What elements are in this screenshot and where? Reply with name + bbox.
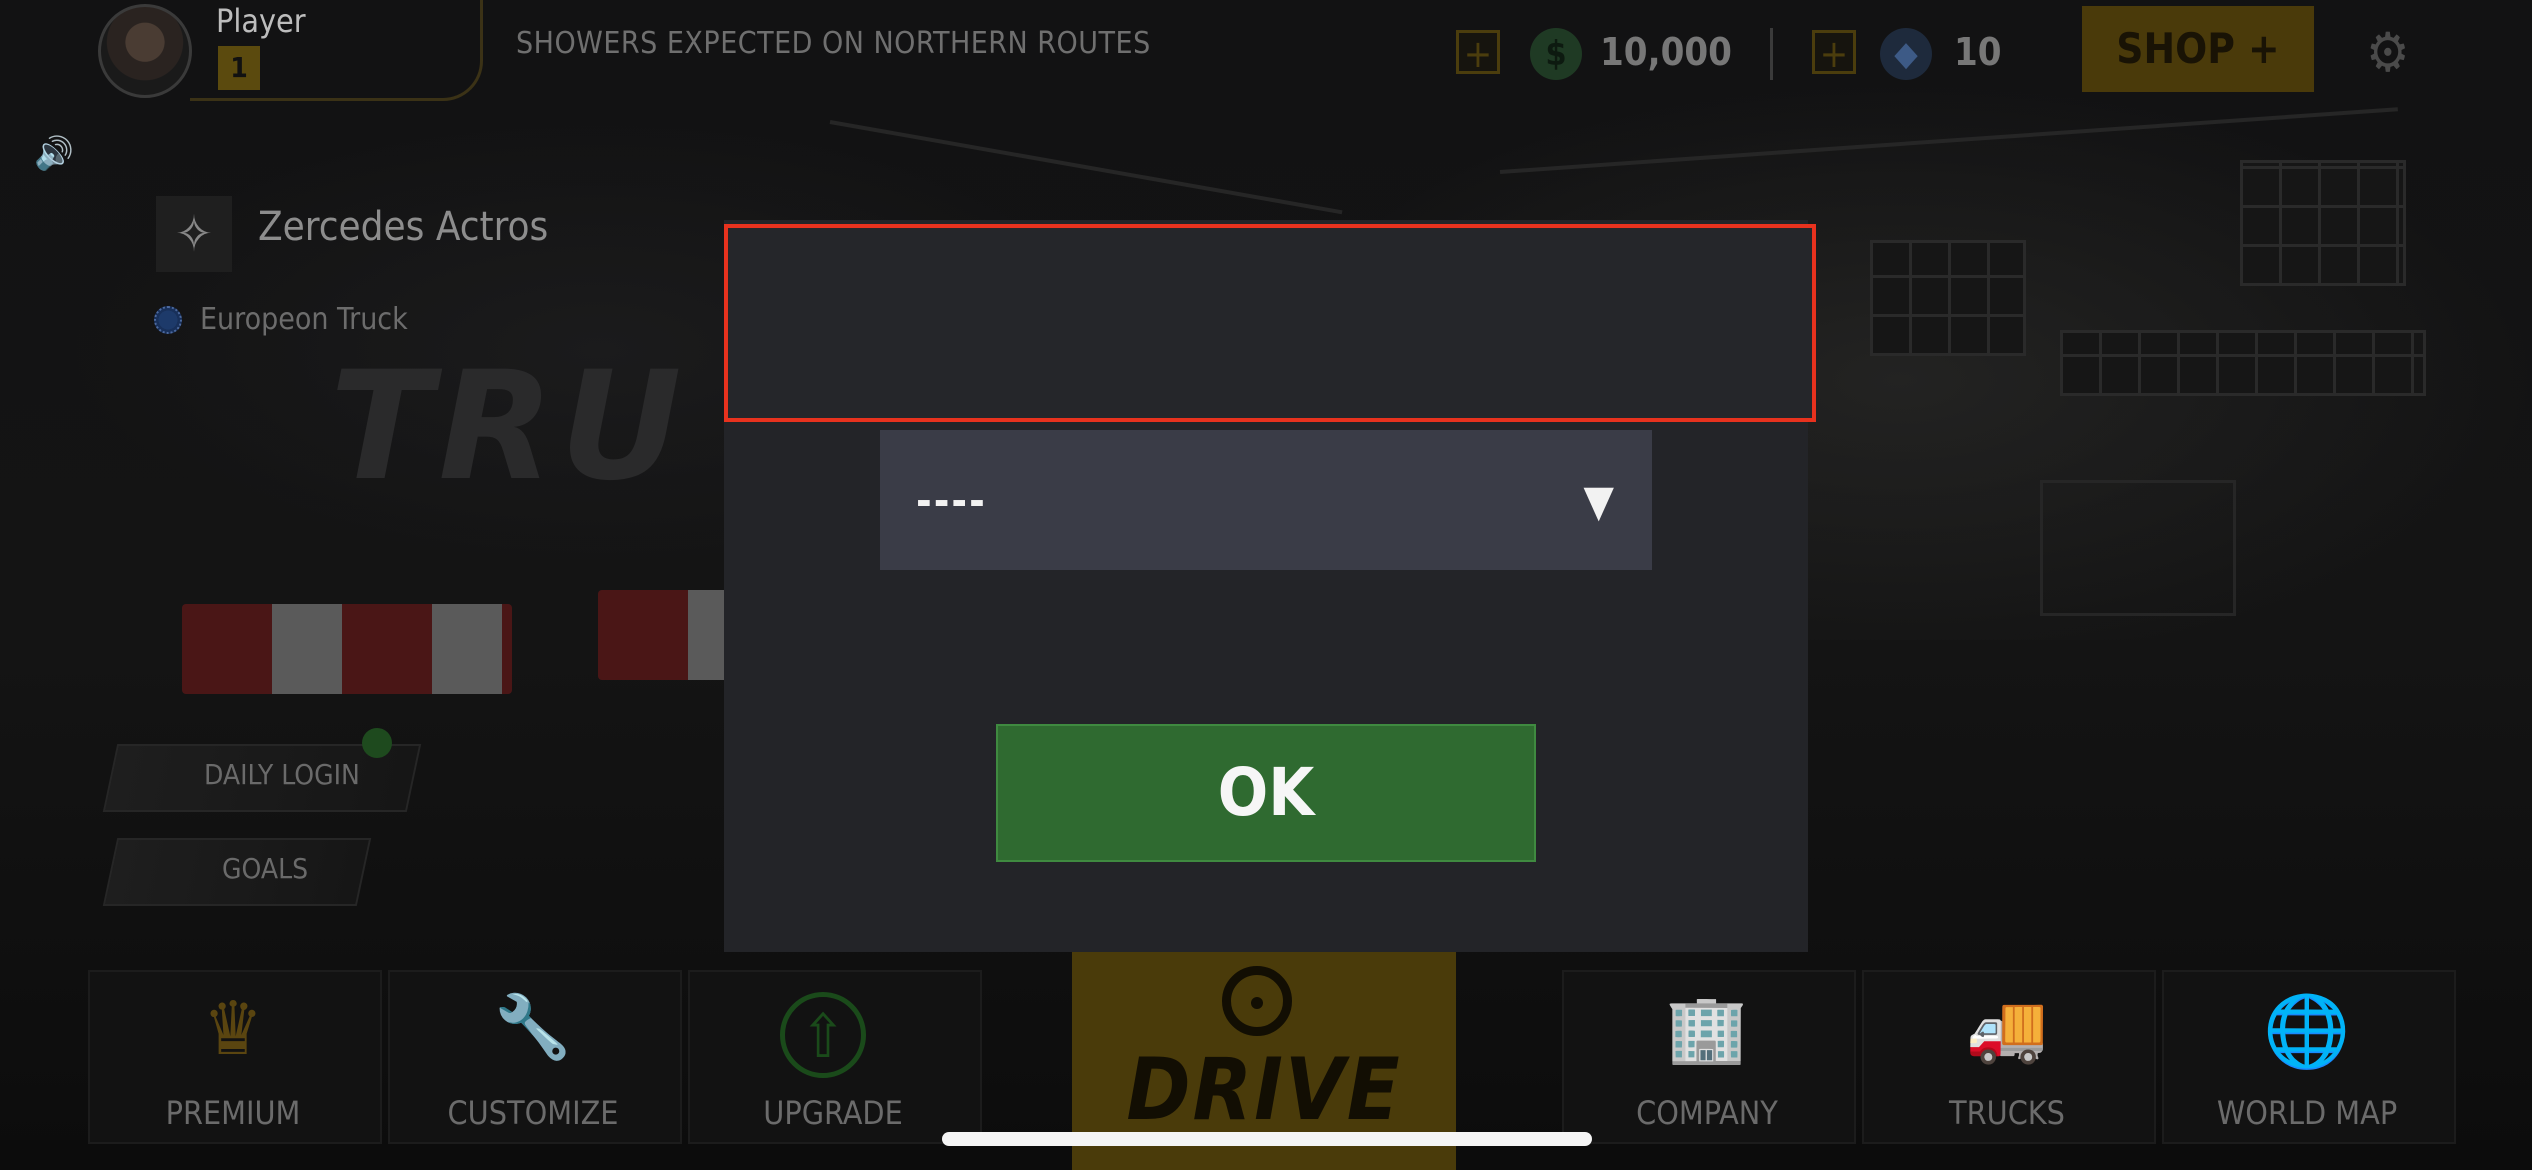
player-name: Player [216, 2, 306, 40]
building-icon: 🏢 [1665, 990, 1749, 1067]
sound-speaker-icon[interactable]: 🔊 [34, 134, 74, 172]
news-ticker: SHOWERS EXPECTED ON NORTHERN ROUTES [516, 26, 1151, 61]
upgrade-arrow-icon: ⇧ [780, 992, 866, 1078]
truck-icon: 🚚 [1965, 990, 2049, 1067]
truck-class: Europeon Truck [200, 302, 408, 337]
add-gems-button[interactable]: + [1812, 30, 1856, 75]
gems-amount: 10 [1954, 30, 2002, 74]
wrench-icon: 🔧 [494, 990, 572, 1063]
garage-window [2060, 330, 2426, 396]
add-cash-button[interactable]: + [1456, 30, 1500, 75]
settings-gear-icon[interactable]: ⚙ [2366, 26, 2410, 80]
dropdown-selected-value: ---- [916, 476, 987, 525]
road-barrier [598, 590, 728, 680]
truck-name: Zercedes Actros [258, 204, 549, 250]
goals-label: GOALS [222, 852, 309, 885]
ceiling-beam [829, 120, 1343, 215]
nav-upgrade-label: UPGRADE [763, 1094, 903, 1132]
truck-brand-icon: ✧ [156, 196, 232, 272]
garage-window [1870, 240, 2026, 356]
nav-company-label: COMPANY [1636, 1094, 1778, 1132]
garage-window [2240, 160, 2406, 286]
nav-trucks-label: TRUCKS [1949, 1094, 2065, 1132]
notification-dot [362, 728, 392, 758]
nav-premium-label: PREMIUM [165, 1094, 301, 1132]
ok-button[interactable]: OK [996, 724, 1536, 862]
drive-label: DRIVE [1126, 1040, 1402, 1140]
dropdown-arrow-icon: ▼ [1583, 476, 1614, 527]
currency-divider [1770, 28, 1773, 80]
dialog-header-highlight [724, 224, 1816, 422]
game-logo-watermark: TRU [330, 340, 688, 514]
cash-amount: 10,000 [1600, 30, 1732, 74]
player-level-badge: 1 [218, 46, 260, 90]
globe-map-pin-icon: 🌐 [2263, 990, 2351, 1072]
nav-world-map-label: WORLD MAP [2216, 1094, 2398, 1132]
shop-button[interactable]: SHOP + [2082, 6, 2314, 92]
home-indicator[interactable] [942, 1132, 1592, 1146]
road-barrier [182, 604, 512, 694]
steering-wheel-icon [1222, 966, 1292, 1036]
daily-login-label: DAILY LOGIN [204, 758, 360, 791]
gem-icon: ◆ [1880, 28, 1932, 80]
player-avatar[interactable] [98, 4, 192, 98]
dialog-dropdown[interactable]: ---- ▼ [880, 430, 1652, 570]
garage-shelf [2040, 480, 2236, 616]
crown-icon: ♛ [203, 986, 263, 1072]
eu-flag-icon [154, 306, 182, 334]
cash-icon: $ [1530, 28, 1582, 80]
nav-customize-label: CUSTOMIZE [447, 1094, 619, 1132]
